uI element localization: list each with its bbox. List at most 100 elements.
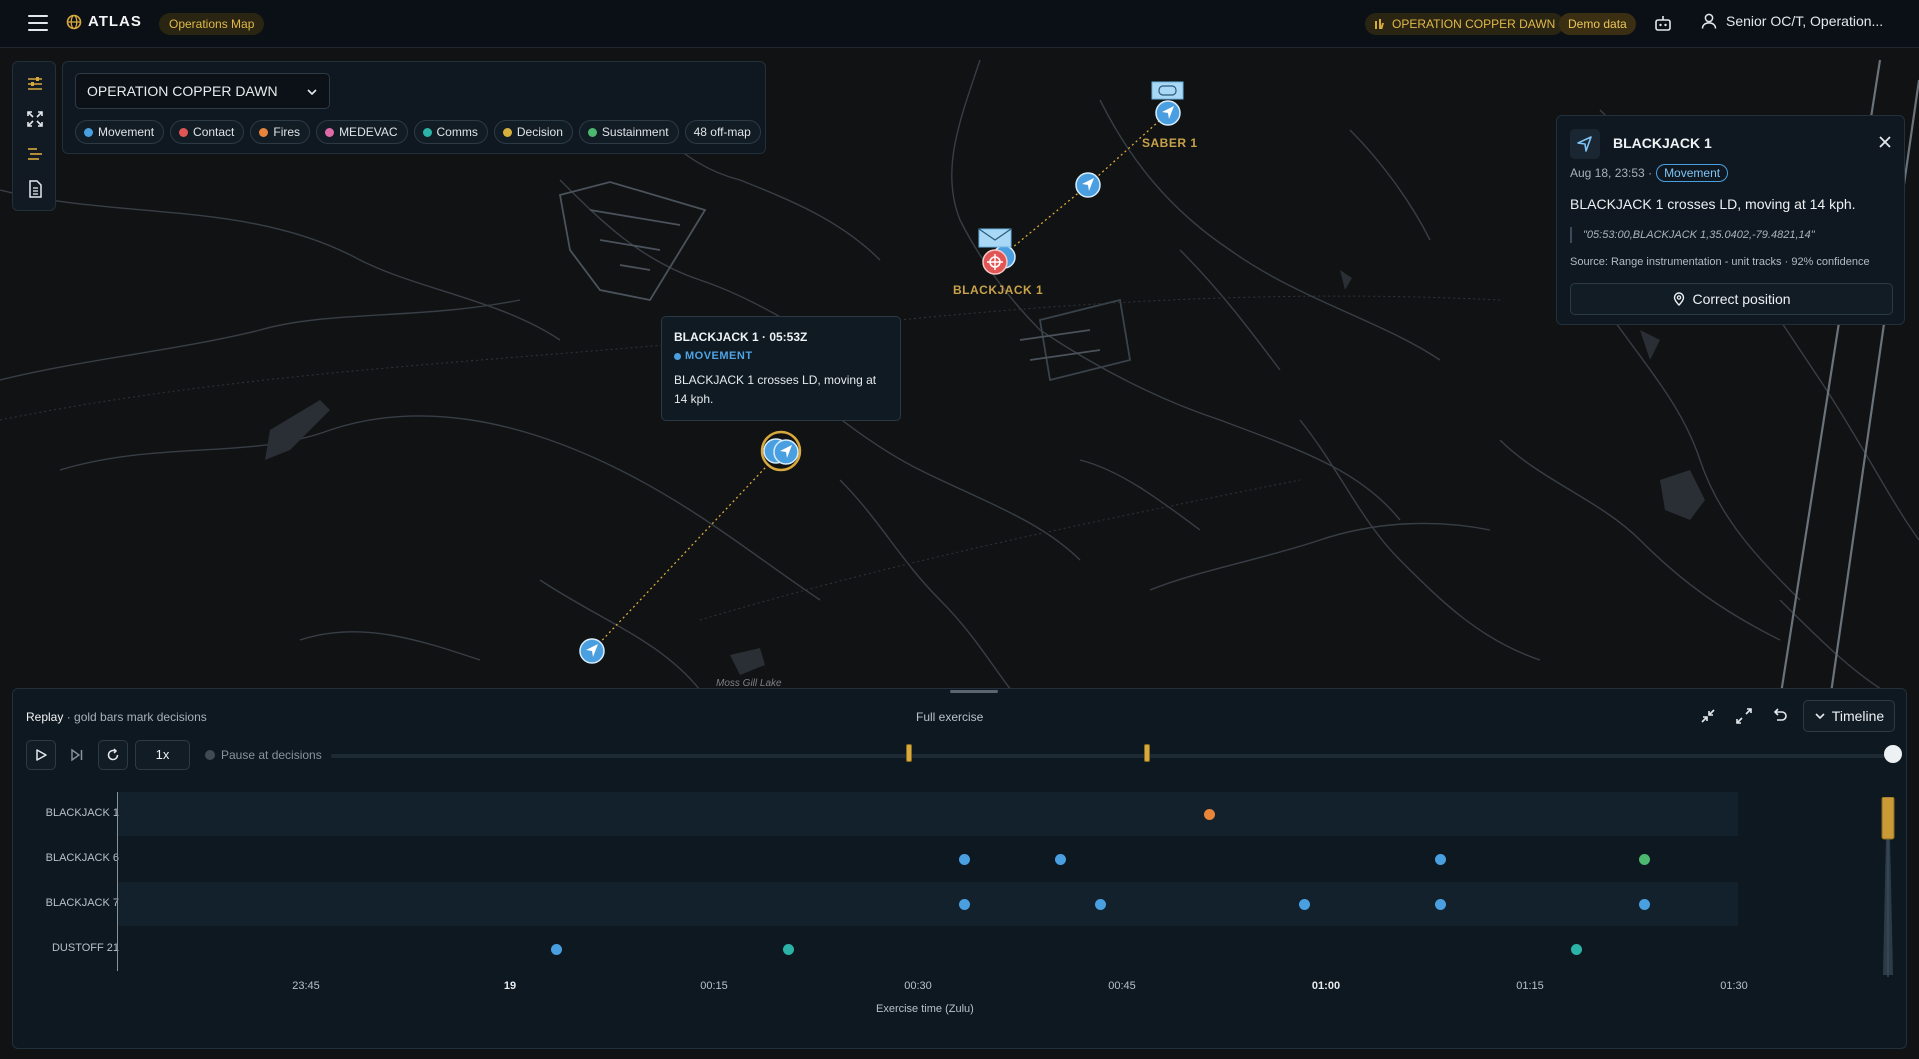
app-root: ATLAS Operations Map OPERATION COPPER DA… <box>0 0 1919 1059</box>
filter-chip-label: Movement <box>98 125 155 139</box>
filter-chip-comms[interactable]: Comms <box>413 120 488 144</box>
logo-text: ATLAS <box>88 13 142 30</box>
axis-tick-label: 23:45 <box>292 980 320 992</box>
lane-label: BLACKJACK 7 <box>45 897 119 909</box>
pause-at-decisions-toggle[interactable]: Pause at decisions <box>205 748 322 762</box>
skip-forward-icon <box>71 748 83 762</box>
collapse-icon[interactable] <box>1696 704 1720 728</box>
map-label-saber-1: SABER 1 <box>1142 136 1198 150</box>
replay-scrub-track[interactable] <box>331 754 1889 758</box>
popup-type: MOVEMENT <box>674 350 753 362</box>
popup-description: BLACKJACK 1 crosses LD, moving at 14 kph… <box>674 373 877 406</box>
detail-source: Source: Range instrumentation - unit tra… <box>1570 256 1870 268</box>
map-label-blackjack-1: BLACKJACK 1 <box>953 283 1044 297</box>
filter-chip-medevac[interactable]: MEDEVAC <box>316 120 408 144</box>
filter-chip-contact[interactable]: Contact <box>170 120 245 144</box>
left-toolbar <box>12 61 56 211</box>
replay-title: Replay · gold bars mark decisions <box>26 710 207 724</box>
correct-position-label: Correct position <box>1692 291 1791 307</box>
filter-chip-label: Sustainment <box>601 125 669 139</box>
category-dot-icon <box>179 127 189 137</box>
document-icon[interactable] <box>25 179 45 199</box>
replay-scrub-thumb[interactable] <box>1884 745 1902 763</box>
timeline-list-icon[interactable] <box>25 144 45 164</box>
detail-unit-icon <box>1570 129 1600 159</box>
expand-icon[interactable] <box>25 109 45 129</box>
unit-marker-southwest[interactable] <box>579 638 605 664</box>
filter-chip-sustainment[interactable]: Sustainment <box>578 120 679 144</box>
timeline-axis-title: Exercise time (Zulu) <box>876 1003 974 1015</box>
event-popup[interactable]: BLACKJACK 1 · 05:53Z MOVEMENT BLACKJACK … <box>661 316 901 421</box>
category-dot-icon <box>422 127 432 137</box>
play-button[interactable] <box>26 740 56 770</box>
location-pin-icon <box>1674 292 1685 306</box>
unit-marker-selected[interactable] <box>760 430 802 472</box>
timeline-zoom-slider[interactable] <box>1881 797 1895 977</box>
detail-type-badge: Movement <box>1656 164 1729 182</box>
operation-pill[interactable]: OPERATION COPPER DAWN <box>1365 13 1565 35</box>
nav-pill-operations-map[interactable]: Operations Map <box>159 13 265 35</box>
lane-axis-divider <box>117 792 118 971</box>
pause-at-decisions-label: Pause at decisions <box>221 748 322 762</box>
category-dot-icon <box>587 127 597 137</box>
operation-select[interactable]: OPERATION COPPER DAWN <box>75 73 330 109</box>
category-dot-icon <box>502 127 512 137</box>
timeline-toggle-label: Timeline <box>1831 708 1885 724</box>
operation-select-value: OPERATION COPPER DAWN <box>87 83 278 99</box>
timeline-lane <box>118 927 1738 971</box>
filter-sliders-icon[interactable] <box>25 74 45 94</box>
top-bar: ATLAS Operations Map OPERATION COPPER DA… <box>0 0 1919 48</box>
popup-title: BLACKJACK 1 · 05:53Z <box>674 330 808 344</box>
axis-tick-label: 01:30 <box>1720 980 1748 992</box>
filter-chip-label: Contact <box>193 125 235 139</box>
unit-marker-saber-1[interactable] <box>1151 81 1184 126</box>
replay-title-label: Replay <box>26 710 64 724</box>
filter-chip-fires[interactable]: Fires <box>250 120 311 144</box>
axis-tick-label: 00:15 <box>700 980 728 992</box>
unit-marker-blackjack-1[interactable] <box>978 228 1016 275</box>
speed-button[interactable]: 1x <box>135 740 190 770</box>
close-icon[interactable] <box>1877 134 1893 150</box>
lane-label: DUSTOFF 21 <box>51 942 119 954</box>
popup-type-label: MOVEMENT <box>685 350 753 362</box>
maximize-icon[interactable] <box>1732 704 1756 728</box>
movement-dot-icon <box>674 352 681 360</box>
category-dot-icon <box>259 127 269 137</box>
detail-meta: Aug 18, 23:53 · Movement <box>1570 164 1729 182</box>
filter-chip-label: Fires <box>273 125 301 139</box>
timeline-lane <box>118 882 1738 926</box>
timeline-event[interactable] <box>782 944 794 955</box>
offmap-chip[interactable]: 48 off-map <box>684 120 761 144</box>
category-dot-icon <box>84 127 93 137</box>
user-icon <box>1701 13 1717 29</box>
filter-chip-label: MEDEVAC <box>339 125 398 139</box>
signal-bars-icon <box>1375 19 1384 29</box>
replay-subtitle: · gold bars mark decisions <box>66 710 207 724</box>
lane-label: BLACKJACK 6 <box>45 852 119 864</box>
timeline-event[interactable] <box>1054 854 1066 865</box>
axis-tick-label: 19 <box>503 980 517 992</box>
user-label: Senior OC/T, Operation... <box>1726 13 1884 29</box>
operation-pill-label: OPERATION COPPER DAWN <box>1392 17 1556 31</box>
timeline-lane <box>118 837 1738 881</box>
step-forward-button[interactable] <box>62 740 92 770</box>
timeline-toggle-button[interactable]: Timeline <box>1803 700 1895 732</box>
menu-icon[interactable] <box>28 15 48 33</box>
unit-marker-movement[interactable] <box>1075 172 1101 198</box>
decision-marker[interactable] <box>1144 744 1150 762</box>
correct-position-button[interactable]: Correct position <box>1570 283 1893 315</box>
assistant-bot-icon[interactable] <box>1653 14 1673 34</box>
lane-label: BLACKJACK 1 <box>45 807 119 819</box>
filter-chip-decision[interactable]: Decision <box>493 120 573 144</box>
chevron-down-icon <box>307 89 317 96</box>
user-menu[interactable]: Senior OC/T, Operation... <box>1700 12 1883 30</box>
filter-chip-movement[interactable]: Movement <box>75 120 165 144</box>
axis-tick-label: 00:45 <box>1108 980 1136 992</box>
decision-marker[interactable] <box>906 744 912 762</box>
detail-title: BLACKJACK 1 <box>1613 135 1712 151</box>
demo-data-badge: Demo data <box>1559 13 1636 35</box>
panel-drag-handle[interactable] <box>950 690 998 693</box>
restart-button[interactable] <box>98 740 128 770</box>
app-logo[interactable]: ATLAS <box>66 13 142 30</box>
undo-icon[interactable] <box>1768 704 1792 728</box>
